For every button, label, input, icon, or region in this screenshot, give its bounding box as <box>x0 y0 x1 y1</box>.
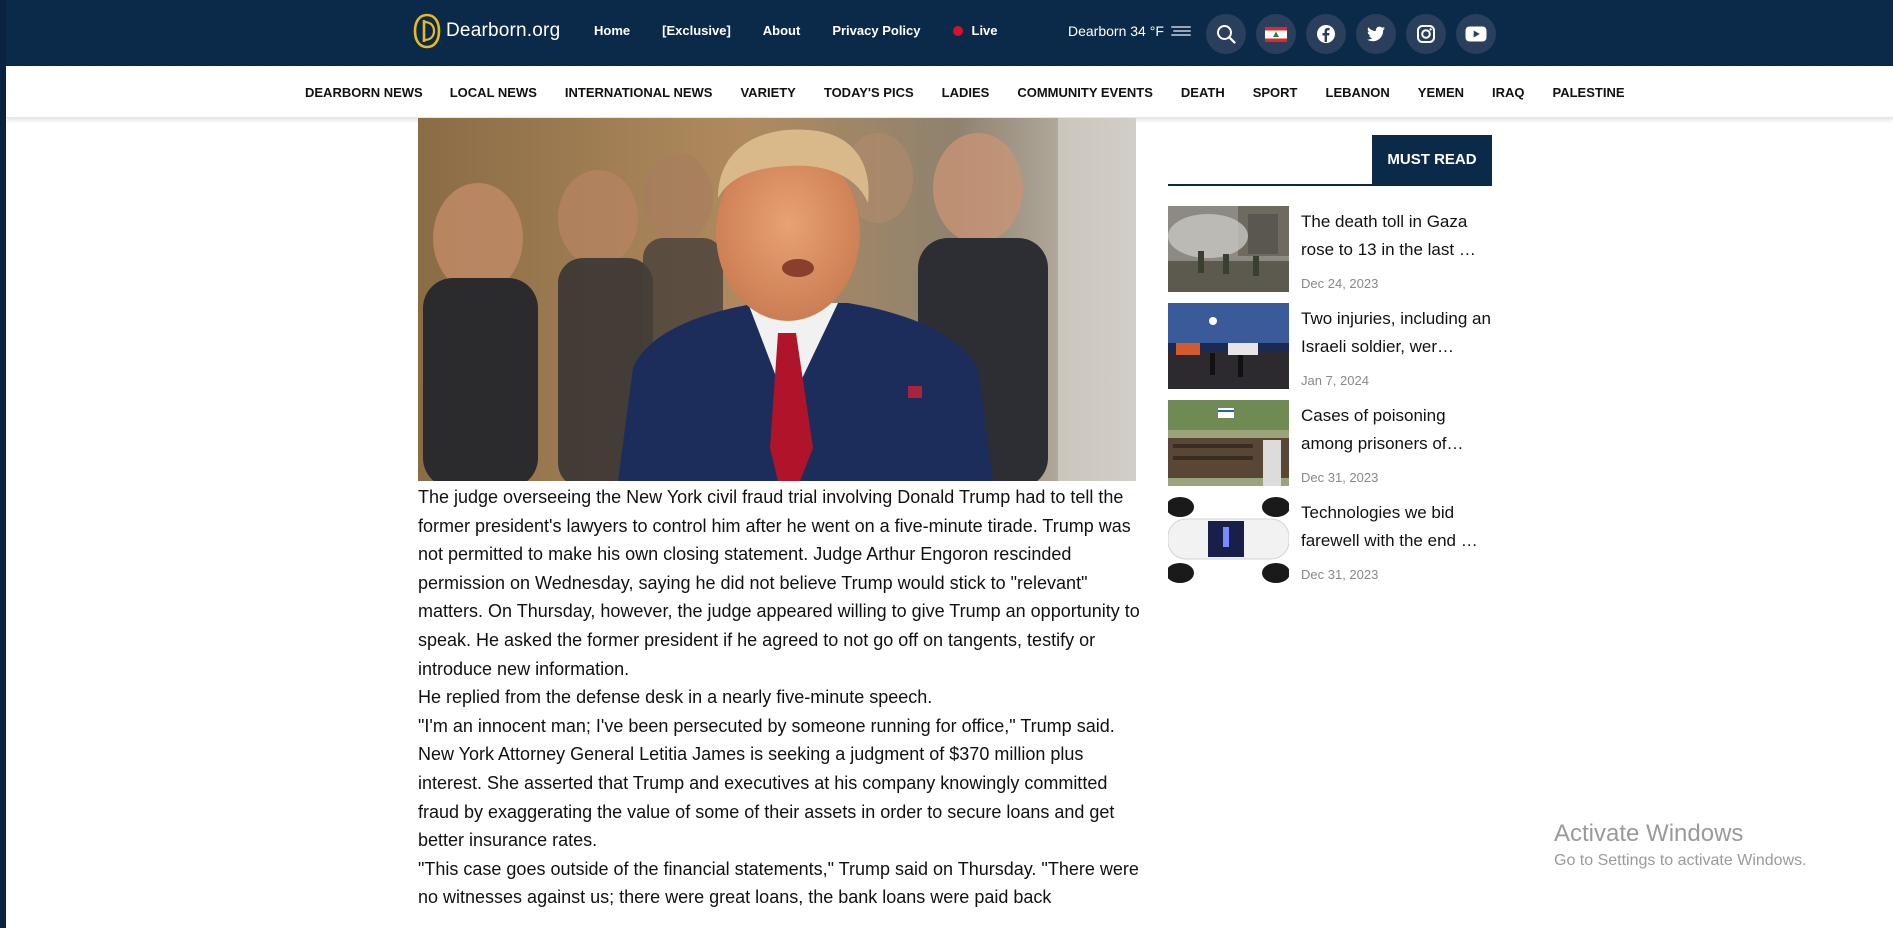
category-todays-pics[interactable]: TODAY'S PICS <box>824 85 914 100</box>
story-title[interactable]: Technologies we bid farewell with the en… <box>1301 499 1492 555</box>
category-international-news[interactable]: INTERNATIONAL NEWS <box>565 85 713 100</box>
nav-privacy-policy[interactable]: Privacy Policy <box>832 23 920 38</box>
twitter-icon <box>1367 26 1385 42</box>
window-edge <box>0 0 6 928</box>
nav-about[interactable]: About <box>763 23 801 38</box>
story-title[interactable]: Two injuries, including an Israeli soldi… <box>1301 305 1492 361</box>
sidebar-story[interactable]: The death toll in Gaza rose to 13 in the… <box>1168 206 1492 292</box>
category-community-events[interactable]: COMMUNITY EVENTS <box>1017 85 1153 100</box>
language-button[interactable] <box>1256 14 1296 54</box>
weather-text: Dearborn 34 °F <box>1068 23 1164 39</box>
article-paragraph: New York Attorney General Letitia James … <box>418 744 1115 851</box>
story-thumbnail[interactable] <box>1168 497 1289 583</box>
story-title[interactable]: The death toll in Gaza rose to 13 in the… <box>1301 208 1492 264</box>
search-button[interactable] <box>1206 14 1246 54</box>
weather-widget: Dearborn 34 °F <box>1068 23 1192 39</box>
facebook-button[interactable] <box>1306 14 1346 54</box>
category-yemen[interactable]: YEMEN <box>1418 85 1464 100</box>
nav-live[interactable]: Live <box>952 23 998 38</box>
prison-thumbnail <box>1168 400 1289 486</box>
nav-live-label: Live <box>971 23 998 38</box>
live-dot-icon <box>952 25 963 36</box>
article-paragraph: "I'm an innocent man; I've been persecut… <box>418 715 1115 736</box>
article-hero-image <box>418 118 1136 481</box>
youtube-button[interactable] <box>1456 14 1496 54</box>
category-palestine[interactable]: PALESTINE <box>1553 85 1625 100</box>
article-body: The judge overseeing the New York civil … <box>418 483 1140 912</box>
must-read-header: MUST READ <box>1168 135 1492 186</box>
search-icon <box>1217 25 1236 44</box>
instagram-icon <box>1417 25 1435 43</box>
category-ladies[interactable]: LADIES <box>942 85 990 100</box>
category-variety[interactable]: VARIETY <box>740 85 795 100</box>
category-local-news[interactable]: LOCAL NEWS <box>450 85 537 100</box>
browser-viewport: Dearborn.org Home [Exclusive] About Priv… <box>0 0 1893 928</box>
article-paragraph: "This case goes outside of the financial… <box>418 858 1139 908</box>
story-thumbnail[interactable] <box>1168 206 1289 292</box>
site-logo[interactable]: Dearborn.org <box>412 9 560 53</box>
category-sport[interactable]: SPORT <box>1253 85 1298 100</box>
sidebar-story[interactable]: Cases of poisoning among prisoners of… D… <box>1168 400 1492 486</box>
nav-home[interactable]: Home <box>594 23 630 38</box>
category-death[interactable]: DEATH <box>1181 85 1225 100</box>
night-scene-thumbnail <box>1168 303 1289 389</box>
category-nav: DEARBORN NEWS LOCAL NEWS INTERNATIONAL N… <box>6 66 1893 118</box>
instagram-button[interactable] <box>1406 14 1446 54</box>
youtube-icon <box>1465 26 1487 42</box>
story-date: Dec 31, 2023 <box>1301 470 1379 485</box>
logo-text: Dearborn.org <box>446 20 561 41</box>
top-nav: Home [Exclusive] About Privacy Policy Li… <box>594 23 998 38</box>
technology-thumbnail <box>1168 497 1289 583</box>
category-iraq[interactable]: IRAQ <box>1492 85 1525 100</box>
category-dearborn-news[interactable]: DEARBORN NEWS <box>305 85 423 100</box>
fog-icon <box>1170 26 1191 36</box>
story-date: Dec 24, 2023 <box>1301 276 1379 291</box>
top-bar: Dearborn.org Home [Exclusive] About Priv… <box>6 0 1893 66</box>
sidebar-story[interactable]: Technologies we bid farewell with the en… <box>1168 497 1492 583</box>
category-lebanon[interactable]: LEBANON <box>1326 85 1390 100</box>
must-read-label: MUST READ <box>1372 135 1492 184</box>
gaza-thumbnail <box>1168 206 1289 292</box>
article-paragraph: The judge overseeing the New York civil … <box>418 487 1140 679</box>
sidebar-story[interactable]: Two injuries, including an Israeli soldi… <box>1168 303 1492 389</box>
facebook-icon <box>1317 25 1335 43</box>
watermark-subtitle: Go to Settings to activate Windows. <box>1554 852 1807 869</box>
hero-photo <box>418 118 1136 481</box>
story-title[interactable]: Cases of poisoning among prisoners of… <box>1301 402 1492 458</box>
logo-mark-icon <box>413 13 441 49</box>
article-paragraph: He replied from the defense desk in a ne… <box>418 687 933 708</box>
story-date: Jan 7, 2024 <box>1301 373 1369 388</box>
story-date: Dec 31, 2023 <box>1301 567 1379 582</box>
twitter-button[interactable] <box>1356 14 1396 54</box>
story-thumbnail[interactable] <box>1168 303 1289 389</box>
lebanon-flag-icon <box>1265 26 1287 42</box>
must-read-sidebar: MUST READ The death toll in Gaza rose to… <box>1168 135 1492 583</box>
activate-windows-watermark: Activate Windows Go to Settings to activ… <box>1554 820 1807 870</box>
nav-exclusive[interactable]: [Exclusive] <box>662 23 731 38</box>
story-thumbnail[interactable] <box>1168 400 1289 486</box>
header-icons <box>1206 14 1496 54</box>
watermark-title: Activate Windows <box>1554 820 1744 847</box>
